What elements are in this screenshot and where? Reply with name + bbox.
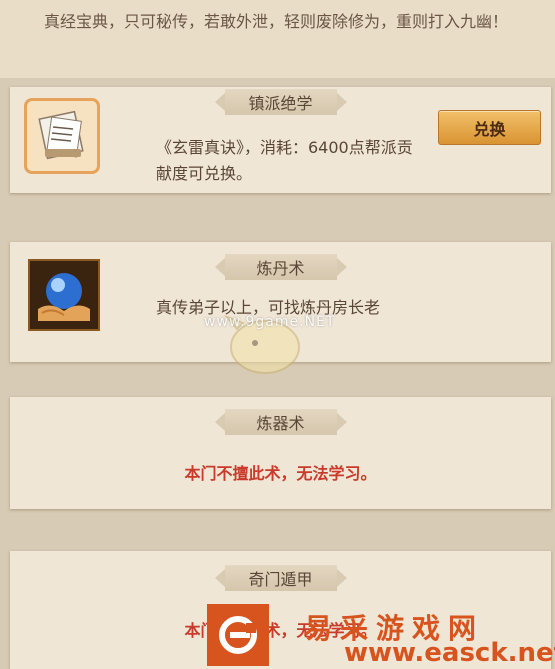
skill-card-sect-technique: 镇派绝学 《玄雷真诀》，消耗：6400点帮派贡献度可兑换。 兑换 bbox=[10, 87, 551, 193]
card-title: 镇派绝学 bbox=[214, 89, 347, 115]
watermark-overlay-text: www.9game.NET bbox=[204, 314, 336, 330]
intro-text: 真经宝典，只可秘传，若敢外泄，轻则废除修为，重则打入九幽！ bbox=[44, 12, 509, 31]
site-logo-icon bbox=[207, 604, 269, 666]
card-header: 炼器术 bbox=[10, 407, 551, 437]
card-title: 炼器术 bbox=[214, 409, 347, 435]
orb-in-hand-icon bbox=[28, 259, 100, 331]
skill-card-forging: 炼器术 本门不擅此术，无法学习。 bbox=[10, 397, 551, 509]
card-title: 炼丹术 bbox=[214, 254, 347, 280]
intro-banner: 真经宝典，只可秘传，若敢外泄，轻则废除修为，重则打入九幽！ bbox=[0, 0, 555, 78]
card-header: 奇门遁甲 bbox=[10, 563, 551, 593]
card-description: 本门不擅此术，无法学习。 bbox=[184, 464, 377, 483]
exchange-button[interactable]: 兑换 bbox=[438, 110, 541, 145]
card-title: 奇门遁甲 bbox=[214, 565, 347, 591]
book-scroll-icon bbox=[24, 98, 100, 174]
watermark-url: www.easck.net bbox=[344, 638, 555, 668]
card-description: 《玄雷真诀》，消耗：6400点帮派贡献度可兑换。 bbox=[156, 138, 413, 183]
